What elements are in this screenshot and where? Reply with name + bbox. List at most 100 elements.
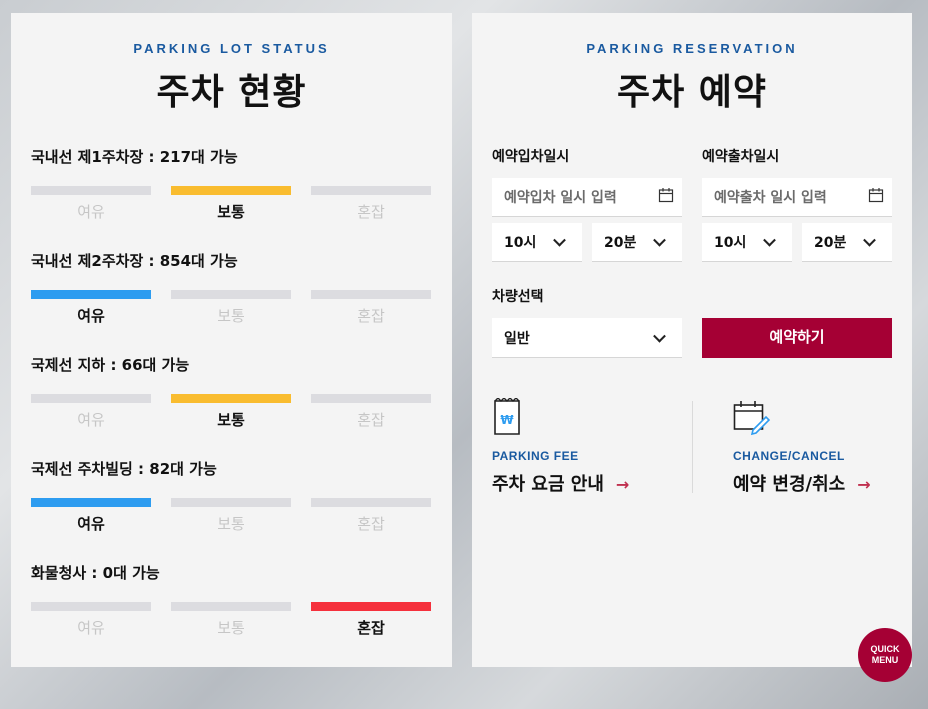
congestion-bar	[31, 290, 151, 299]
status-title: 주차 현황	[156, 72, 307, 113]
congestion-bar	[31, 602, 151, 611]
parking-lot-item: 화물청사 : 0대 가능여유 보통 혼잡	[31, 562, 431, 658]
congestion-label: 보통	[217, 515, 245, 533]
congestion-bar	[311, 290, 431, 299]
arrow-right-icon: →	[615, 475, 630, 494]
entry-datetime-placeholder: 예약입차 일시 입력	[504, 190, 617, 206]
congestion-label: 여유	[77, 307, 105, 325]
entry-minute-value: 20분	[604, 235, 637, 251]
congestion-level: 혼잡	[311, 498, 431, 538]
quick-menu-line2: MENU	[871, 655, 899, 665]
parking-fee-title-text: 주차 요금 안내	[492, 474, 604, 495]
congestion-bar	[31, 394, 151, 403]
congestion-level: 보통	[171, 498, 291, 538]
entry-minute-select[interactable]: 20분	[592, 223, 682, 262]
chevron-down-icon	[653, 233, 666, 247]
calendar-icon[interactable]	[658, 187, 674, 207]
parking-fee-link[interactable]: ₩ PARKING FEE 주차 요금 안내 →	[492, 397, 682, 508]
congestion-bar	[171, 186, 291, 195]
divider	[692, 401, 693, 493]
entry-datetime-input[interactable]: 예약입차 일시 입력	[492, 178, 682, 217]
calendar-icon[interactable]	[868, 187, 884, 207]
congestion-label: 혼잡	[357, 619, 385, 637]
exit-minute-value: 20분	[814, 235, 847, 251]
congestion-levels: 여유 보통 혼잡	[31, 602, 431, 642]
congestion-label: 혼잡	[357, 307, 385, 325]
parking-lot-title: 국내선 제1주차장 : 217대 가능	[31, 148, 238, 166]
parking-lot-title: 화물청사 : 0대 가능	[31, 564, 160, 582]
quick-menu-button[interactable]: QUICK MENU	[858, 628, 912, 682]
congestion-bar	[31, 186, 151, 195]
chevron-down-icon	[653, 329, 666, 343]
status-eyebrow: PARKING LOT STATUS	[133, 41, 330, 56]
congestion-bar	[171, 498, 291, 507]
congestion-level: 여유	[31, 394, 151, 434]
exit-hour-select[interactable]: 10시	[702, 223, 792, 262]
chevron-down-icon	[553, 233, 566, 247]
congestion-bar	[171, 290, 291, 299]
parking-lot-item: 국내선 제2주차장 : 854대 가능여유 보통 혼잡	[31, 250, 431, 346]
congestion-level: 혼잡	[311, 394, 431, 434]
calendar-edit-icon	[733, 400, 771, 440]
congestion-level: 보통	[171, 602, 291, 642]
congestion-level: 여유	[31, 498, 151, 538]
change-cancel-title-text: 예약 변경/취소	[733, 474, 846, 495]
congestion-label: 혼잡	[357, 515, 385, 533]
congestion-bar	[311, 498, 431, 507]
parking-lot-title: 국내선 제2주차장 : 854대 가능	[31, 252, 238, 270]
reserve-button[interactable]: 예약하기	[702, 318, 892, 358]
vehicle-select-label: 차량선택	[492, 289, 544, 305]
parking-lot-item: 국내선 제1주차장 : 217대 가능여유 보통 혼잡	[31, 146, 431, 242]
svg-text:₩: ₩	[500, 413, 514, 427]
reservation-eyebrow: PARKING RESERVATION	[586, 41, 798, 56]
exit-datetime-placeholder: 예약출차 일시 입력	[714, 190, 827, 206]
parking-fee-title: 주차 요금 안내 →	[492, 470, 629, 496]
parking-fee-eyebrow: PARKING FEE	[492, 449, 579, 463]
parking-lot-item: 국제선 지하 : 66대 가능여유 보통 혼잡	[31, 354, 431, 450]
congestion-levels: 여유 보통 혼잡	[31, 290, 431, 330]
congestion-level: 여유	[31, 290, 151, 330]
quick-menu-line1: QUICK	[870, 644, 900, 654]
congestion-label: 여유	[77, 515, 105, 533]
congestion-label: 보통	[217, 203, 245, 221]
exit-datetime-label: 예약출차일시	[702, 149, 780, 165]
congestion-level: 혼잡	[311, 186, 431, 226]
congestion-label: 혼잡	[357, 203, 385, 221]
entry-hour-select[interactable]: 10시	[492, 223, 582, 262]
parking-lot-title: 국제선 주차빌딩 : 82대 가능	[31, 460, 217, 478]
change-cancel-title: 예약 변경/취소 →	[733, 470, 871, 496]
reservation-title: 주차 예약	[616, 72, 767, 113]
congestion-bar	[311, 186, 431, 195]
parking-lot-title: 국제선 지하 : 66대 가능	[31, 356, 190, 374]
chevron-down-icon	[763, 233, 776, 247]
entry-hour-value: 10시	[504, 235, 537, 251]
congestion-levels: 여유 보통 혼잡	[31, 186, 431, 226]
arrow-right-icon: →	[857, 475, 871, 494]
chevron-down-icon	[863, 233, 876, 247]
exit-minute-select[interactable]: 20분	[802, 223, 892, 262]
congestion-label: 보통	[217, 411, 245, 429]
congestion-bar	[31, 498, 151, 507]
parking-status-panel: PARKING LOT STATUS 주차 현황 국내선 제1주차장 : 217…	[11, 13, 452, 667]
change-cancel-eyebrow: CHANGE/CANCEL	[733, 449, 845, 463]
exit-datetime-input[interactable]: 예약출차 일시 입력	[702, 178, 892, 217]
congestion-bar	[311, 394, 431, 403]
congestion-label: 여유	[77, 411, 105, 429]
parking-lot-item: 국제선 주차빌딩 : 82대 가능여유 보통 혼잡	[31, 458, 431, 554]
congestion-label: 혼잡	[357, 411, 385, 429]
congestion-level: 혼잡	[311, 602, 431, 642]
congestion-level: 보통	[171, 290, 291, 330]
congestion-label: 보통	[217, 307, 245, 325]
congestion-label: 보통	[217, 619, 245, 637]
congestion-levels: 여유 보통 혼잡	[31, 394, 431, 434]
congestion-bar	[171, 394, 291, 403]
congestion-levels: 여유 보통 혼잡	[31, 498, 431, 538]
parking-reservation-panel: PARKING RESERVATION 주차 예약 예약입차일시 예약출차일시 …	[472, 13, 912, 667]
vehicle-select[interactable]: 일반	[492, 318, 682, 358]
congestion-label: 여유	[77, 619, 105, 637]
exit-hour-value: 10시	[714, 235, 747, 251]
congestion-bar	[311, 602, 431, 611]
change-cancel-link[interactable]: CHANGE/CANCEL 예약 변경/취소 →	[733, 398, 893, 508]
entry-datetime-label: 예약입차일시	[492, 149, 570, 165]
congestion-level: 여유	[31, 186, 151, 226]
